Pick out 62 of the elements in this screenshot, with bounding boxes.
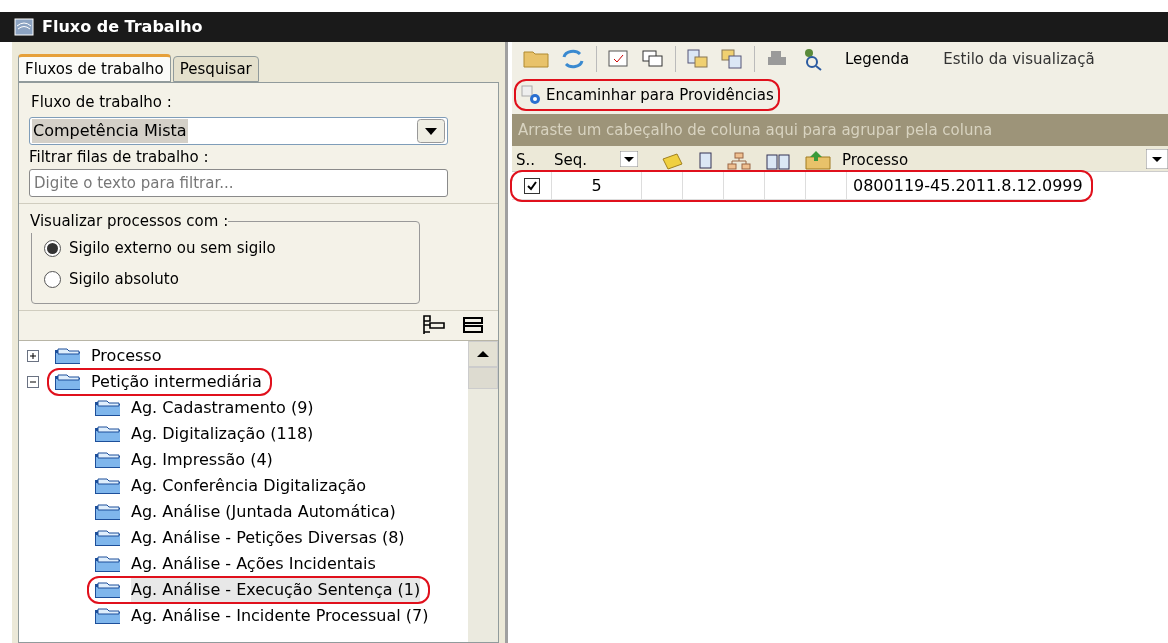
workflow-dropdown[interactable]: Competência Mista	[29, 116, 448, 145]
folder-icon	[93, 397, 123, 418]
tab[interactable]: Fluxos de trabalho	[18, 54, 171, 82]
tree-item[interactable]: Petição intermediária	[91, 369, 262, 394]
tree-hierarchy-icon[interactable]	[422, 314, 446, 336]
field-label: Fluxo de trabalho :	[30, 92, 173, 113]
column-header[interactable]: S..	[512, 148, 550, 171]
folder-icon	[93, 605, 123, 626]
row-checkbox[interactable]	[523, 177, 540, 194]
tree-item[interactable]: Ag. Análise - Ações Incidentais	[131, 551, 376, 576]
expand-button[interactable]	[27, 349, 39, 362]
tab[interactable]: Pesquisar	[172, 56, 259, 82]
tree-item[interactable]: Ag. Cadastramento (9)	[131, 395, 314, 420]
folder-icon	[93, 553, 123, 574]
folder-icon	[93, 449, 123, 470]
dropdown-arrow-icon[interactable]	[620, 151, 638, 167]
note-icon[interactable]	[660, 151, 684, 171]
tree-item[interactable]: Ag. Análise - Incidente Processual (7)	[131, 603, 429, 628]
column-header[interactable]: Processo	[842, 148, 1146, 171]
hierarchy-icon[interactable]	[726, 151, 752, 171]
list-icon[interactable]	[462, 316, 484, 334]
table-cell-text: 0800119-45.2011.8.12.0999	[852, 174, 1084, 197]
scroll-thumb[interactable]	[468, 366, 498, 389]
column-header[interactable]: Seq.	[550, 148, 620, 171]
radio-label: Sigilo absoluto	[69, 268, 179, 290]
view-style-menu[interactable]: Estilo da visualizaçã	[943, 47, 1095, 71]
radio-label: Sigilo externo ou sem sigilo	[69, 237, 276, 259]
folder-arrow-icon[interactable]	[804, 149, 834, 171]
app-icon	[14, 18, 34, 36]
radio-button[interactable]	[44, 239, 61, 257]
refresh-icon[interactable]	[560, 48, 586, 70]
field-label: Filtrar filas de trabalho :	[29, 146, 210, 168]
plus-icon	[29, 351, 37, 360]
tree-item[interactable]: Ag. Impressão (4)	[131, 447, 273, 472]
legend-button[interactable]: Legenda	[845, 47, 910, 71]
collapse-button[interactable]	[27, 375, 39, 388]
tree-item[interactable]: Processo	[91, 343, 162, 368]
folder-icon	[53, 371, 83, 392]
tree-item[interactable]: Ag. Digitalização (118)	[131, 421, 314, 446]
table-cell: 5	[552, 172, 642, 199]
folder-icon	[93, 527, 123, 548]
radio-button[interactable]	[44, 270, 61, 288]
tree-item[interactable]: Ag. Análise - Petições Diversas (8)	[131, 525, 405, 550]
checklist-icon[interactable]	[607, 49, 631, 69]
copy-icon[interactable]	[686, 48, 710, 70]
tree-item[interactable]: Ag. Análise (Juntada Automática)	[131, 499, 396, 524]
window-title: Fluxo de Trabalho	[42, 16, 203, 38]
scroll-up-icon[interactable]	[477, 349, 489, 358]
tree-item[interactable]: Ag. Análise - Execução Sentença (1)	[131, 577, 421, 602]
filter-field[interactable]: Digite o texto para filtrar...	[29, 169, 448, 197]
windows-icon[interactable]	[641, 49, 665, 69]
dropdown-arrow-icon[interactable]	[1146, 149, 1168, 169]
folder-icon	[93, 579, 123, 600]
folder-icon	[93, 423, 123, 444]
scrollbar[interactable]	[468, 340, 498, 642]
folder-icon	[93, 475, 123, 496]
tree-item[interactable]: Ag. Conferência Digitalização	[131, 473, 367, 498]
save-icon[interactable]	[720, 48, 744, 70]
folder-icon	[53, 345, 83, 366]
group-hint: Arraste um cabeçalho de coluna aqui para agrupar pela coluna	[518, 119, 993, 141]
group-legend: Visualizar processos com :	[30, 210, 229, 233]
folder-icon	[93, 501, 123, 522]
